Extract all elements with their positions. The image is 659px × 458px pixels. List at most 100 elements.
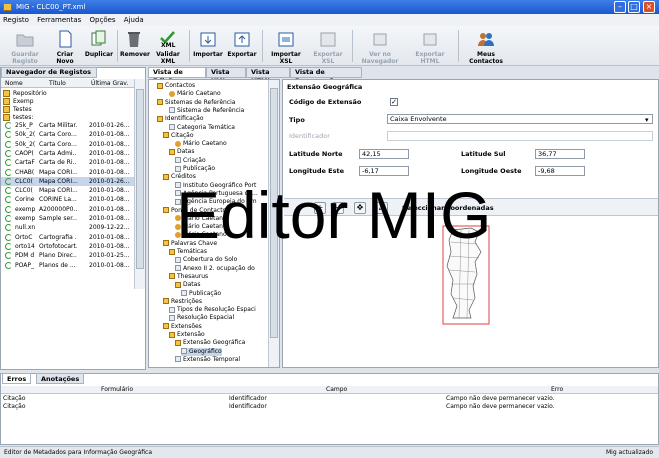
tree-node[interactable]: Extensão Geográfica	[175, 339, 245, 347]
tree-node[interactable]: Cobertura do Solo	[175, 256, 237, 264]
tree-node[interactable]: Categoria Temática	[169, 124, 235, 132]
latitude-sul-field[interactable]: 36,77	[535, 149, 585, 159]
duplicate-button[interactable]: Duplicar	[84, 28, 114, 64]
longitude-este-field[interactable]: -6,17	[359, 166, 409, 176]
navigator-record-row[interactable]: CLC0(Mapa CORI... 2010-01-08...	[1, 186, 134, 195]
my-contacts-button[interactable]: Meus Contactos	[462, 28, 510, 65]
new-document-icon	[59, 30, 72, 48]
tab-anotacoes[interactable]: Anotações	[36, 373, 85, 384]
latitude-norte-field[interactable]: 42,15	[359, 149, 409, 159]
tipo-label: Tipo	[289, 116, 305, 124]
navigator-record-row[interactable]: OrtoC Cartografia ... 2010-01-08...	[1, 233, 134, 242]
tree-node[interactable]: Tipos de Resolução Espaci	[169, 306, 256, 314]
minimize-button[interactable]: –	[614, 1, 626, 13]
tab-vista-propagacao[interactable]: Vista de Propagação	[290, 67, 362, 85]
tree-node[interactable]: Anexo II 2. ocupação do	[175, 265, 255, 273]
column-erro[interactable]: Erro	[551, 386, 563, 393]
tree-node[interactable]: Criação	[175, 157, 206, 165]
export-xsl-button[interactable]: Exportar XSL	[308, 28, 348, 65]
remove-button[interactable]: Remover	[120, 28, 150, 64]
navigator-record-row[interactable]: orto14Ortofotocart...2010-01-08...	[1, 242, 134, 251]
navigator-record-row[interactable]: exemp A200000P0... 2010-01-08...	[1, 205, 134, 214]
maximize-button[interactable]: □	[628, 1, 640, 13]
folder-icon	[163, 323, 169, 330]
menu-ajuda[interactable]: Ajuda	[121, 14, 147, 24]
tree-node[interactable]: Contactos	[157, 82, 195, 90]
import-button[interactable]: Importar	[192, 28, 224, 64]
tree-node[interactable]: Geográfico	[181, 347, 222, 356]
error-row[interactable]: Citação Identificador Campo não deve per…	[1, 395, 658, 403]
window-title: MIG - CLC00_PT.xml	[16, 3, 86, 11]
tree-node[interactable]: Identificação	[157, 115, 204, 123]
menu-ferramentas[interactable]: Ferramentas	[34, 14, 84, 24]
tree-node[interactable]: Publicação	[175, 165, 215, 173]
grid-icon	[181, 348, 187, 355]
tree-node[interactable]: Extensão Temporal	[175, 356, 240, 364]
navigator-record-row[interactable]: CHAB(Mapa CORI... 2010-01-08...	[1, 168, 134, 177]
navigator-record-row[interactable]: CartaF Carta de Ri... 2010-01-08...	[1, 158, 134, 167]
save-record-button[interactable]: Guardar Registo	[4, 28, 46, 65]
menu-registo[interactable]: Registo	[0, 14, 32, 24]
navigator-record-row[interactable]: PDM d Plano Direc... 2010-01-25...	[1, 251, 134, 260]
tree-node[interactable]: Extensão	[169, 331, 205, 339]
chevron-down-icon[interactable]: ▾	[645, 116, 649, 124]
tree-node[interactable]: Extensões	[163, 323, 202, 331]
navigator-record-row[interactable]: exemp Sample ser... 2010-01-08...	[1, 214, 134, 223]
navigator-record-row[interactable]: 50k_2(Carta Coro... 2010-01-08...	[1, 130, 134, 139]
scrollbar-thumb[interactable]	[136, 89, 144, 269]
identificador-field[interactable]	[387, 131, 653, 141]
tree-node[interactable]: Sistemas de Referência	[157, 99, 235, 107]
column-titulo[interactable]: Título	[49, 80, 66, 87]
navigator-record-row[interactable]: 50k_2(Carta Coro... 2010-01-08...	[1, 140, 134, 149]
longitude-oeste-field[interactable]: -9,68	[535, 166, 585, 176]
window-titlebar: MIG - CLC00_PT.xml – □ ×	[0, 0, 659, 14]
tab-vista-html[interactable]: Vista HTML	[246, 67, 290, 85]
tree-node[interactable]: Datas	[175, 281, 200, 289]
validate-xml-button[interactable]: XML Validar XML	[150, 28, 186, 65]
codigo-extensao-checkbox[interactable]: ✓	[390, 98, 398, 106]
navigator-record-row[interactable]: CLC0(Mapa CORI... 2010-01-26...	[1, 176, 134, 186]
column-nome[interactable]: Nome	[5, 80, 23, 87]
latitude-sul-label: Latitude Sul	[461, 150, 506, 158]
folder-icon	[3, 114, 10, 121]
export-html-button[interactable]: Exportar HTML	[406, 28, 454, 65]
folder-icon	[169, 331, 175, 338]
view-in-browser-button[interactable]: Ver no Navegador	[356, 28, 404, 65]
tab-record-navigator[interactable]: Navegador de Registos	[1, 67, 97, 78]
navigator-record-row[interactable]: CAOP(Carta Admi... 2010-01-08...	[1, 149, 134, 158]
navigator-record-row[interactable]: POAP_ Planos de ... 2010-01-08...	[1, 261, 134, 270]
folder-icon	[163, 173, 169, 180]
navigator-record-row[interactable]: Corine CORINE La... 2010-01-08...	[1, 195, 134, 204]
tree-node[interactable]: Datas	[169, 148, 194, 156]
navigator-record-row[interactable]: 25k_P Carta Militar... 2010-01-26...	[1, 121, 134, 130]
export-button[interactable]: Exportar	[226, 28, 258, 64]
new-record-button[interactable]: Criar Novo	[50, 28, 80, 65]
folder-icon	[163, 207, 169, 213]
column-campo[interactable]: Campo	[326, 386, 347, 393]
import-xsl-button[interactable]: Importar XSL	[266, 28, 306, 65]
tree-node[interactable]: Mário Caetano	[169, 90, 221, 98]
close-button[interactable]: ×	[643, 1, 655, 13]
tree-node[interactable]: Restrições	[163, 298, 202, 306]
tree-node[interactable]: Mário Caetano	[175, 140, 227, 148]
tree-node[interactable]: Sistema de Referência	[169, 107, 244, 115]
record-icon	[5, 131, 12, 139]
section-title: Extensão Geográfica	[287, 83, 363, 91]
column-ultima-grav[interactable]: Última Grav.	[91, 80, 128, 87]
tab-vista-edicao[interactable]: Vista de Edição	[148, 67, 206, 85]
tree-node[interactable]: Citação	[163, 132, 194, 140]
tab-vista-xml[interactable]: Vista XML	[206, 67, 246, 85]
column-formulario[interactable]: Formulário	[101, 386, 133, 393]
tree-node[interactable]: Thesaurus	[169, 273, 208, 281]
navigator-record-row[interactable]: null.xn 2009-12-22...	[1, 223, 134, 232]
longitude-este-label: Longitude Este	[289, 167, 344, 175]
tab-erros[interactable]: Erros	[2, 373, 32, 384]
navigator-scrollbar[interactable]	[134, 79, 145, 289]
browser-icon	[373, 33, 387, 46]
menu-opcoes[interactable]: Opções	[87, 14, 119, 24]
grid-icon	[169, 107, 175, 114]
tipo-select[interactable]: Caixa Envolvente	[387, 114, 653, 124]
tree-node[interactable]: Publicação	[181, 290, 221, 298]
error-row[interactable]: Citação Identificador Campo não deve per…	[1, 403, 658, 411]
tree-node[interactable]: Resolução Espacial	[169, 314, 234, 322]
